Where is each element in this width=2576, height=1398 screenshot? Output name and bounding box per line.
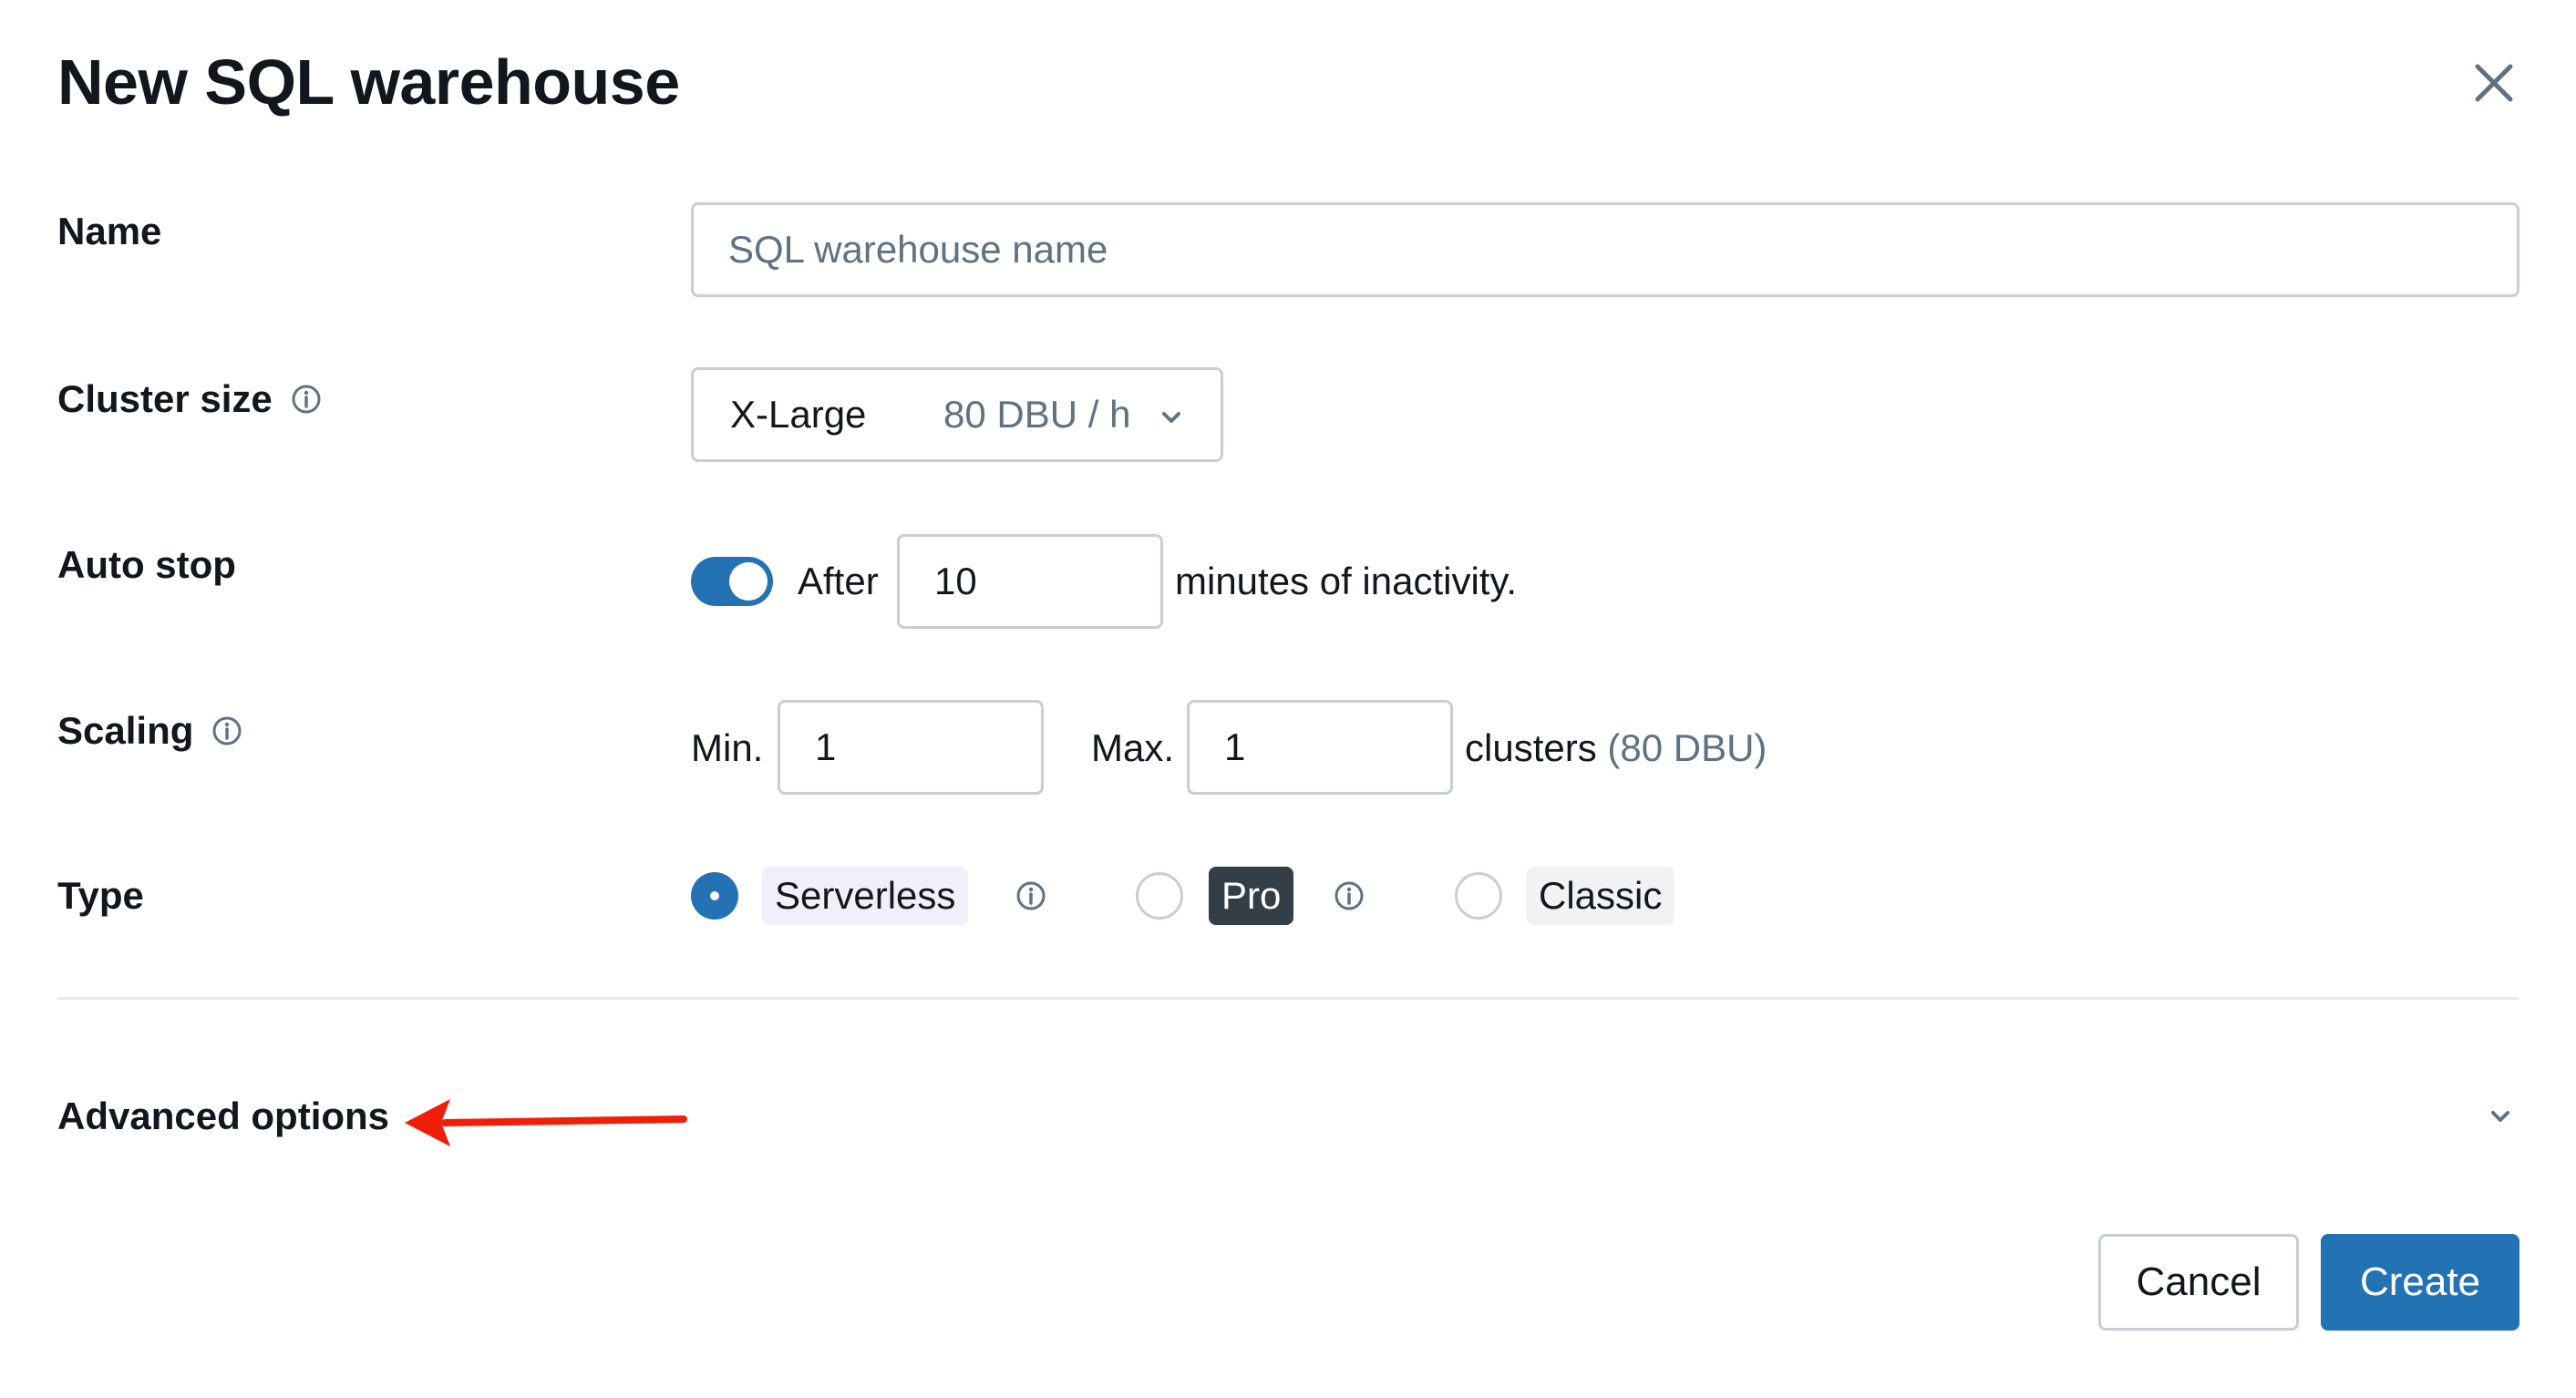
create-button[interactable]: Create	[2321, 1234, 2519, 1331]
scaling-max-label: Max.	[1091, 726, 1175, 769]
scaling-clusters-text: clusters (80 DBU)	[1465, 723, 1767, 774]
serverless-info-icon[interactable]	[1015, 880, 1046, 911]
auto-stop-label: Auto stop	[57, 540, 236, 591]
scaling-max-input[interactable]	[1187, 700, 1453, 795]
type-label: Type	[57, 870, 144, 921]
auto-stop-label-text: Auto stop	[57, 543, 236, 586]
scaling-info-icon[interactable]	[211, 715, 242, 746]
name-label: Name	[57, 206, 161, 257]
chevron-down-icon	[2491, 1111, 2509, 1122]
type-radio-serverless[interactable]	[691, 872, 738, 920]
type-label-text: Type	[57, 874, 144, 917]
dialog-title: New SQL warehouse	[57, 46, 680, 118]
auto-stop-toggle[interactable]	[691, 557, 773, 606]
cancel-button[interactable]: Cancel	[2098, 1234, 2299, 1331]
new-sql-warehouse-dialog: New SQL warehouse Name Cluster size X-La…	[0, 0, 2576, 1398]
cluster-size-select[interactable]: X-Large 80 DBU / h	[691, 367, 1223, 462]
type-tag-serverless[interactable]: Serverless	[762, 867, 969, 925]
type-radio-pro[interactable]	[1136, 872, 1183, 920]
cluster-size-label: Cluster size	[57, 374, 322, 425]
pro-info-icon[interactable]	[1334, 880, 1365, 911]
scaling-dbu-note: (80 DBU)	[1607, 726, 1767, 769]
auto-stop-minutes-input[interactable]	[897, 534, 1163, 629]
cluster-size-info-icon[interactable]	[291, 384, 322, 415]
toggle-knob	[729, 562, 768, 601]
red-arrow-annotation	[405, 1099, 687, 1146]
scaling-label: Scaling	[57, 705, 242, 756]
type-tag-pro[interactable]: Pro	[1209, 867, 1294, 925]
close-button[interactable]	[2461, 50, 2527, 116]
cluster-size-value: X-Large	[730, 393, 867, 436]
scaling-min-input[interactable]	[778, 700, 1044, 795]
scaling-label-text: Scaling	[57, 709, 194, 752]
type-tag-classic[interactable]: Classic	[1526, 867, 1675, 925]
advanced-options-label: Advanced options	[57, 1095, 390, 1137]
name-label-text: Name	[57, 210, 162, 252]
section-divider	[57, 997, 2519, 1000]
cluster-size-label-text: Cluster size	[57, 377, 273, 420]
scaling-clusters-label: clusters	[1465, 726, 1597, 769]
scaling-min-label: Min.	[691, 726, 764, 769]
auto-stop-suffix: minutes of inactivity.	[1175, 560, 1518, 602]
type-radio-classic[interactable]	[1455, 872, 1502, 920]
cluster-size-dbu: 80 DBU / h	[943, 393, 1131, 436]
warehouse-name-input[interactable]	[691, 202, 2519, 297]
auto-stop-prefix: After	[798, 560, 879, 602]
close-icon	[2475, 64, 2513, 102]
chevron-down-icon	[1162, 412, 1180, 423]
